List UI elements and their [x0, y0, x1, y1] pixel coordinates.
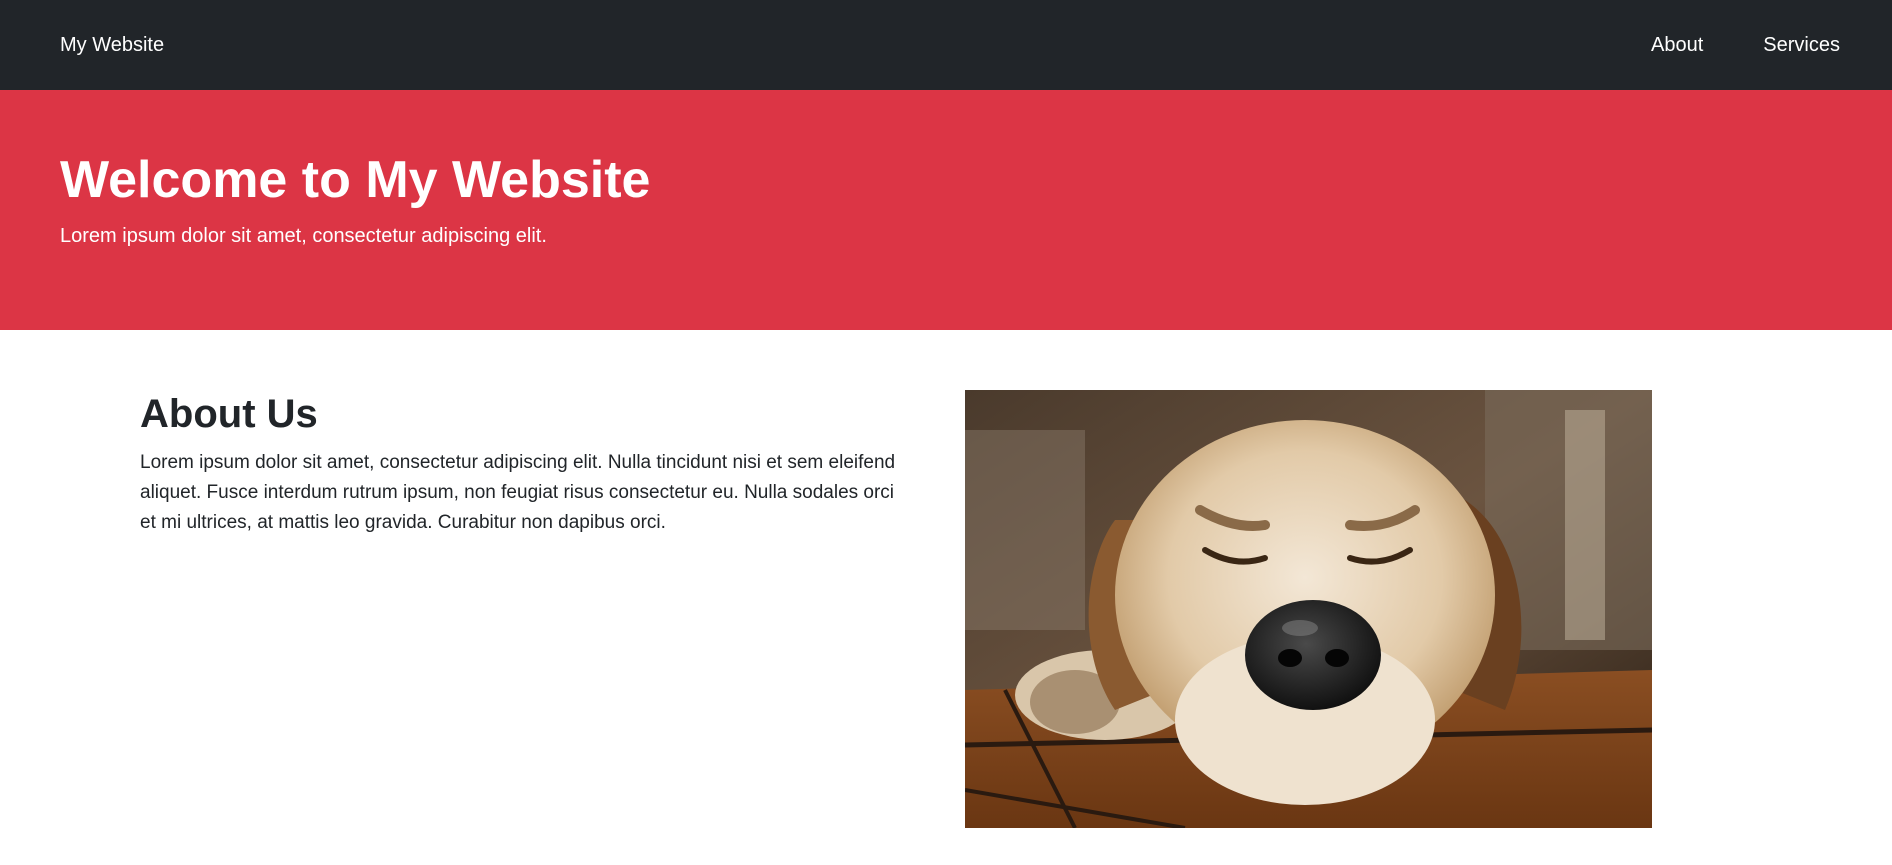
- nav-link-services[interactable]: Services: [1763, 33, 1840, 57]
- hero-subtitle: Lorem ipsum dolor sit amet, consectetur …: [60, 225, 547, 247]
- brand-link[interactable]: My Website: [60, 33, 164, 57]
- about-body: Lorem ipsum dolor sit amet, consectetur …: [140, 452, 896, 533]
- about-heading: About Us: [140, 392, 318, 436]
- dog-photo: [965, 390, 1652, 828]
- hero-banner: Welcome to My Website Lorem ipsum dolor …: [0, 90, 1892, 330]
- nav-link-about[interactable]: About: [1651, 33, 1703, 57]
- about-section: About Us Lorem ipsum dolor sit amet, con…: [140, 390, 910, 538]
- hero-title: Welcome to My Website: [60, 151, 651, 209]
- nav-links: About Services: [1591, 33, 1840, 57]
- navbar: My Website About Services: [0, 0, 1892, 90]
